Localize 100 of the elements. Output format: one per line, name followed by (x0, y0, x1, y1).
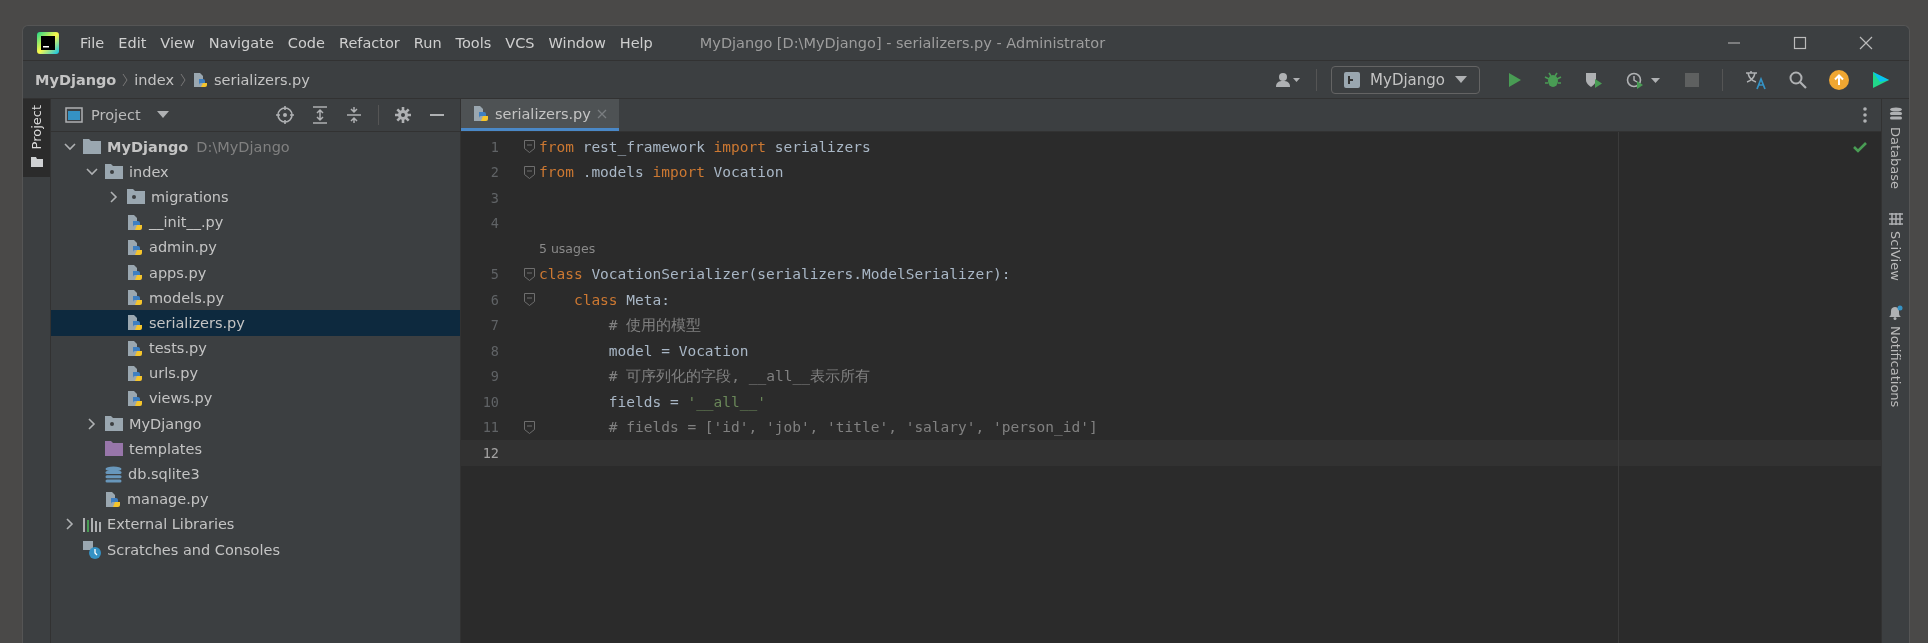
tree-row[interactable]: templates (51, 436, 460, 462)
translate-icon[interactable] (1745, 69, 1767, 90)
tree-row[interactable]: MyDjango (51, 411, 460, 437)
dropdown-icon[interactable] (156, 111, 169, 119)
menu-item[interactable]: Code (280, 35, 332, 51)
tree-row[interactable]: External Libraries (51, 511, 460, 537)
breadcrumb[interactable]: MyDjango (35, 71, 117, 88)
code-line: class VocationSerializer(serializers.ModelSerializer): (539, 266, 1011, 283)
tree-row[interactable]: __init__.py (51, 209, 460, 235)
fold-icon[interactable] (524, 267, 535, 281)
coverage-icon[interactable] (1584, 70, 1604, 89)
line-number: 5 (489, 266, 499, 283)
tree-row[interactable]: db.sqlite3 (51, 461, 460, 487)
tool-window-button[interactable]: Notifications (1888, 304, 1903, 408)
tree-row[interactable]: urls.py (51, 360, 460, 386)
dropdown-icon (1455, 75, 1467, 84)
tree-row[interactable]: index (51, 159, 460, 185)
bug-icon[interactable] (1544, 70, 1562, 89)
menu-item[interactable]: Navigate (201, 35, 281, 51)
folder-icon (83, 139, 101, 155)
bell-icon (1888, 304, 1903, 320)
package-folder-icon (105, 416, 123, 432)
menu-item[interactable]: View (153, 35, 202, 51)
code-line: fields = '__all__' (607, 393, 766, 410)
profiler-icon[interactable] (1626, 70, 1662, 89)
menu-item[interactable]: Edit (111, 35, 154, 51)
breadcrumb[interactable]: index (134, 71, 174, 88)
chevron-down-icon[interactable] (86, 165, 98, 178)
tree-row[interactable]: MyDjango D:\MyDjango (51, 134, 460, 160)
fold-icon[interactable] (524, 140, 535, 154)
breadcrumb[interactable]: serializers.py (214, 71, 310, 88)
line-number: 2 (489, 164, 499, 181)
locate-icon[interactable] (276, 106, 294, 124)
tree-label[interactable]: External Libraries (107, 516, 235, 533)
chevron-right-icon[interactable] (64, 518, 76, 531)
tree-label[interactable]: MyDjango (107, 138, 189, 155)
tree-label[interactable]: migrations (151, 188, 229, 205)
project-tool-button[interactable]: Project (23, 99, 50, 178)
line-number: 10 (481, 393, 499, 410)
tree-row[interactable]: views.py (51, 385, 460, 412)
tree-row[interactable]: models.py (51, 285, 460, 311)
tree-row[interactable]: migrations (51, 184, 460, 210)
tree-label[interactable]: templates (129, 440, 202, 457)
tree-label[interactable]: serializers.py (149, 314, 245, 331)
run-configuration-dropdown[interactable]: MyDjango (1331, 65, 1480, 94)
maximize-icon[interactable] (1793, 36, 1807, 50)
python-file-icon (127, 339, 143, 357)
tree-row[interactable]: Scratches and Consoles (51, 537, 460, 563)
tree-label[interactable]: urls.py (149, 365, 199, 382)
usages-hint[interactable]: 5 usages (539, 241, 596, 257)
tree-row[interactable]: serializers.py (51, 310, 460, 336)
editor-tab[interactable]: serializers.py (461, 99, 619, 131)
tool-window-button[interactable]: SciView (1888, 213, 1903, 281)
close-icon[interactable] (1859, 36, 1873, 50)
more-options-icon[interactable] (1863, 107, 1867, 123)
tree-label[interactable]: db.sqlite3 (128, 466, 200, 483)
tree-label[interactable]: __init__.py (149, 214, 224, 231)
tree-label[interactable]: Scratches and Consoles (107, 541, 280, 558)
settings-icon[interactable] (395, 107, 411, 123)
fold-icon[interactable] (524, 420, 535, 434)
tree-row[interactable]: apps.py (51, 259, 460, 286)
python-file-icon (192, 71, 208, 88)
plugin-logo-icon[interactable] (1871, 69, 1891, 90)
tree-label[interactable]: tests.py (149, 340, 207, 357)
fold-icon[interactable] (524, 165, 535, 179)
menu-item[interactable]: Window (541, 35, 613, 51)
tree-row[interactable]: admin.py (51, 234, 460, 260)
python-file-icon (127, 238, 143, 256)
tree-label[interactable]: models.py (149, 289, 225, 306)
chevron-right-icon[interactable] (108, 190, 120, 203)
tree-label[interactable]: admin.py (149, 239, 217, 256)
chevron-icon (122, 72, 129, 87)
menu-item[interactable]: Refactor (331, 35, 407, 51)
tool-window-button[interactable]: Database (1888, 107, 1903, 190)
tree-row[interactable]: manage.py (51, 486, 460, 512)
tree-label[interactable]: manage.py (127, 491, 209, 508)
expand-all-icon[interactable] (312, 106, 328, 124)
collapse-all-icon[interactable] (346, 106, 362, 124)
menu-item[interactable]: Tools (448, 35, 499, 51)
code-line: class Meta: (572, 291, 670, 308)
menu-item[interactable]: Help (612, 35, 660, 51)
menu-item[interactable]: VCS (498, 35, 542, 51)
tree-label[interactable]: MyDjango (129, 415, 202, 432)
run-icon[interactable] (1506, 71, 1522, 88)
fold-icon[interactable] (524, 293, 535, 307)
python-file-icon (127, 389, 143, 407)
menu-item[interactable]: File (73, 35, 112, 51)
menu-item[interactable]: Run (406, 35, 449, 51)
chevron-down-icon[interactable] (64, 140, 76, 153)
user-icon[interactable] (1276, 71, 1303, 88)
scratches-icon (83, 540, 101, 559)
panel-title[interactable]: Project (91, 107, 141, 123)
line-number: 9 (489, 368, 499, 385)
chevron-right-icon[interactable] (86, 417, 98, 430)
tree-label[interactable]: index (129, 163, 169, 180)
update-icon[interactable] (1829, 69, 1849, 90)
tree-label[interactable]: apps.py (149, 264, 207, 281)
search-icon[interactable] (1789, 70, 1807, 89)
tree-row[interactable]: tests.py (51, 335, 460, 361)
tree-label[interactable]: views.py (149, 390, 213, 407)
